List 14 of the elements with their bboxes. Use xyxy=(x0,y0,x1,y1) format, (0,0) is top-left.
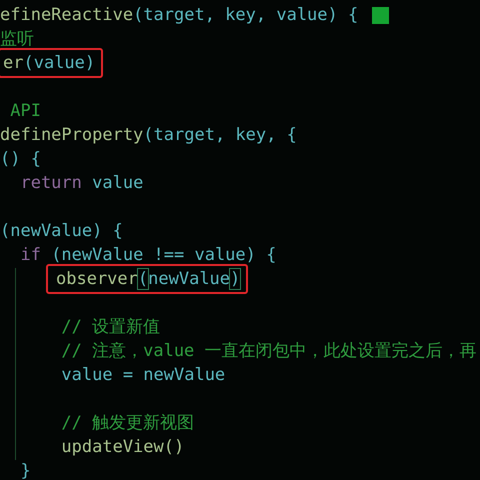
code-line: updateView() xyxy=(60,436,186,459)
code-line: value = newValue xyxy=(60,364,226,387)
code-line: // 触发更新视图 xyxy=(60,412,196,435)
code-line: // 设置新值 xyxy=(60,316,162,339)
code-line: if (newValue !== value) { xyxy=(19,244,278,267)
code-line: // 注意，value 一直在闭包中，此处设置完之后，再 xyxy=(60,340,478,363)
code-line: () { xyxy=(0,148,42,171)
code-line: return value xyxy=(19,172,144,195)
code-line: API xyxy=(9,100,42,123)
code-line: 监听 xyxy=(0,28,35,51)
code-line: efineReactive(target, key, value) { xyxy=(0,4,360,27)
code-line: (newValue) { xyxy=(0,220,124,243)
code-line: defineProperty(target, key, { xyxy=(0,124,298,147)
code-line: } xyxy=(19,460,32,480)
